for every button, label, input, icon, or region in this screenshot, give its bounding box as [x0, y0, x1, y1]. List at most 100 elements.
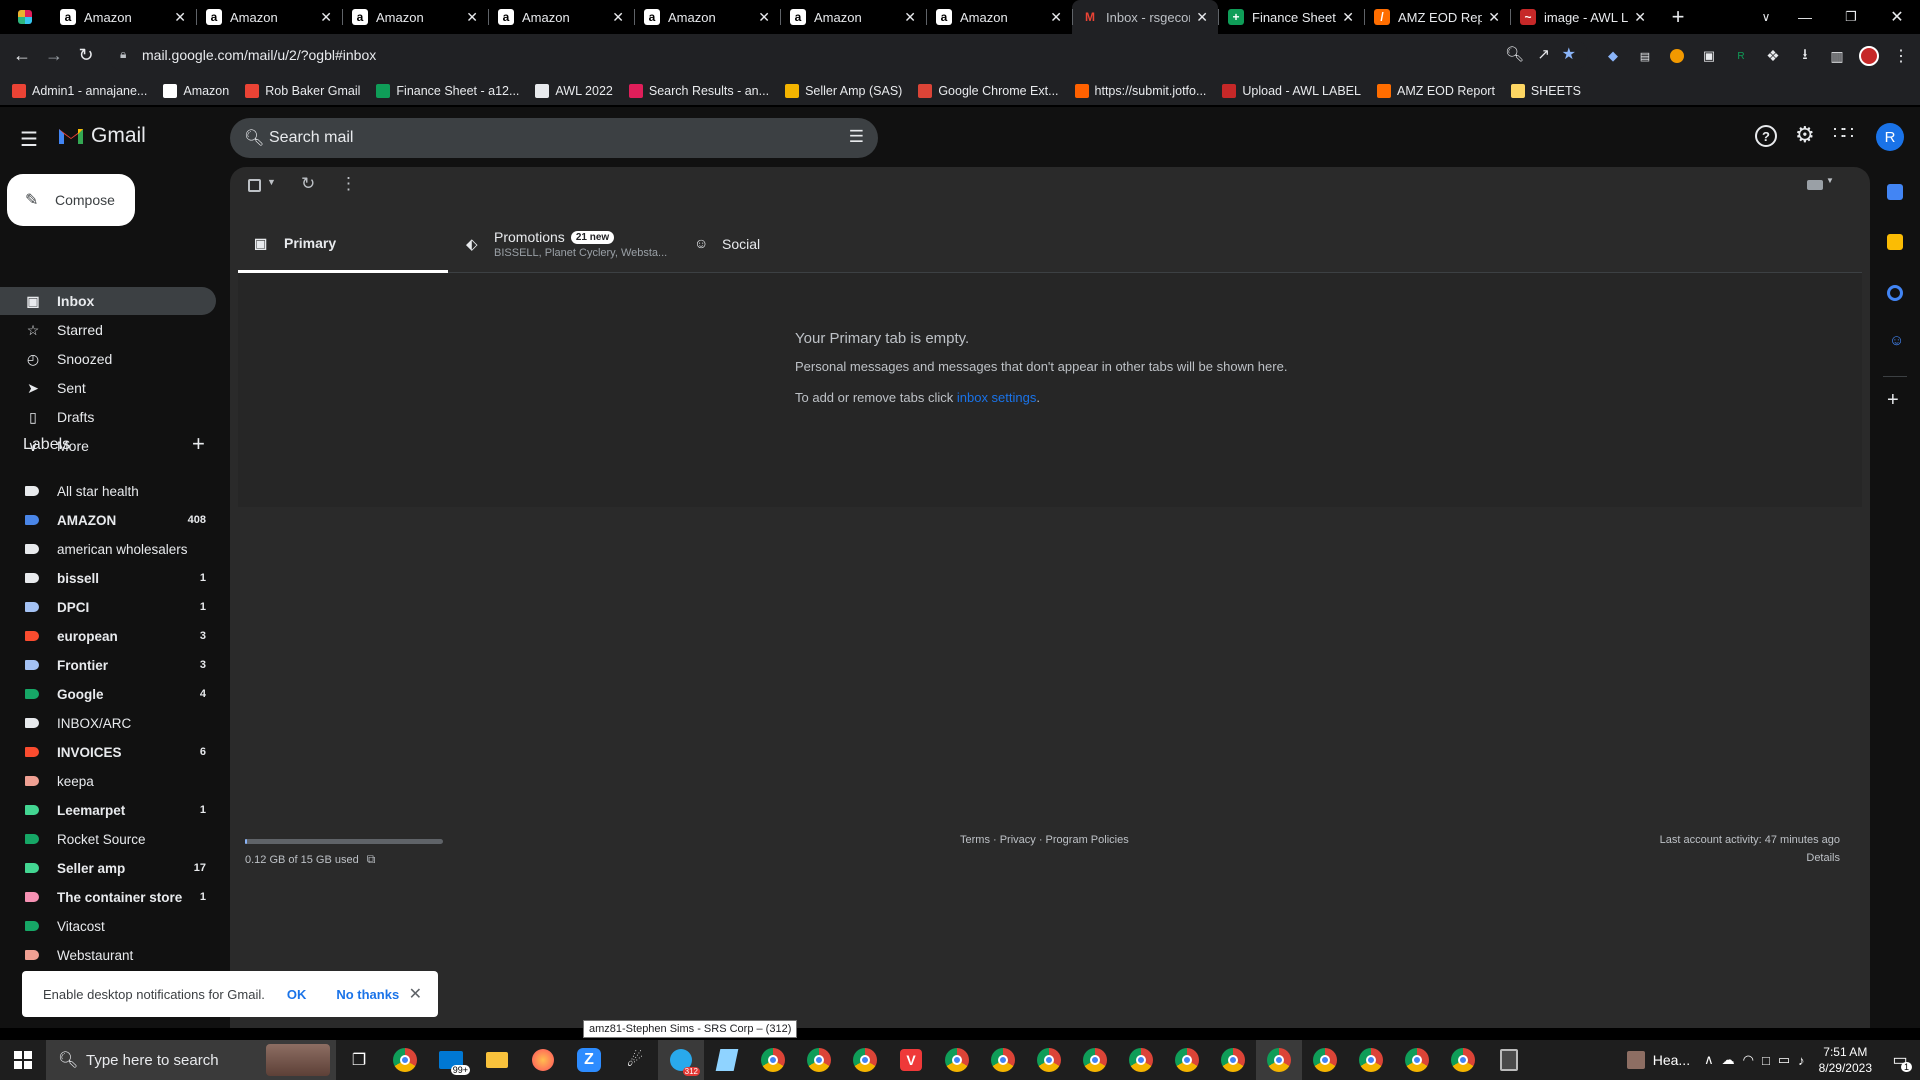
bookmark-item[interactable]: AWL 2022: [535, 83, 613, 98]
bookmark-item[interactable]: Search Results - an...: [628, 83, 769, 98]
sidebar-item-drafts[interactable]: ▯ Drafts: [0, 403, 216, 431]
footer-links[interactable]: Terms · Privacy · Program Policies: [960, 834, 1129, 846]
task-view-icon[interactable]: ❐: [336, 1040, 382, 1080]
label-item[interactable]: Webstaurant: [0, 941, 216, 969]
select-dropdown-icon[interactable]: ▼: [267, 177, 276, 187]
add-label-icon[interactable]: +: [192, 431, 205, 457]
label-item[interactable]: Leemarpet 1: [0, 796, 216, 824]
label-item[interactable]: AMAZON 408: [0, 506, 216, 534]
label-item[interactable]: american wholesalers: [0, 535, 216, 563]
sidebar-item-inbox[interactable]: ▣ Inbox: [0, 287, 216, 315]
tab-promotions[interactable]: ⬖ Promotions 21 new BISSELL, Planet Cycl…: [448, 215, 678, 273]
label-item[interactable]: Vitacost: [0, 912, 216, 940]
browser-tab[interactable]: a Amazon ✕: [196, 0, 342, 34]
open-storage-icon[interactable]: ⧉: [367, 852, 376, 867]
windows-start-icon[interactable]: [0, 1040, 46, 1080]
browser-tab[interactable]: a Amazon ✕: [342, 0, 488, 34]
toast-ok-button[interactable]: OK: [287, 987, 307, 1002]
browser-tab[interactable]: a Amazon ✕: [926, 0, 1072, 34]
taskbar-chrome-active-icon[interactable]: [1256, 1040, 1302, 1080]
close-tab-icon[interactable]: ✕: [320, 9, 332, 26]
weather-widget[interactable]: Hea...: [1619, 1040, 1698, 1080]
label-item[interactable]: keepa: [0, 767, 216, 795]
tray-chevron-icon[interactable]: ∧: [1704, 1052, 1714, 1068]
browser-tab[interactable]: a Amazon ✕: [50, 0, 196, 34]
close-tab-icon[interactable]: ✕: [1488, 9, 1500, 26]
label-item[interactable]: INVOICES 6: [0, 738, 216, 766]
calendar-icon[interactable]: [1887, 184, 1903, 200]
bookmark-item[interactable]: https://submit.jotfo...: [1074, 83, 1206, 98]
taskbar-chrome-profile-6-icon[interactable]: [980, 1040, 1026, 1080]
profile-avatar[interactable]: [1856, 40, 1882, 72]
close-window-button[interactable]: ✕: [1874, 1, 1920, 33]
tray-volume-icon[interactable]: ♪: [1798, 1053, 1805, 1068]
search-input[interactable]: Search mail: [269, 129, 353, 147]
browser-tab[interactable]: / AMZ EOD Rep ✕: [1364, 0, 1510, 34]
label-item[interactable]: The container store 1: [0, 883, 216, 911]
label-item[interactable]: All star health: [0, 477, 216, 505]
minimize-button[interactable]: —: [1782, 1, 1828, 33]
tray-camera-icon[interactable]: □: [1762, 1053, 1770, 1068]
sidebar-item-starred[interactable]: ☆ Starred: [0, 316, 216, 344]
tab-social[interactable]: ☺ Social: [678, 215, 878, 273]
bookmark-item[interactable]: SHEETS: [1510, 83, 1581, 98]
notification-center-icon[interactable]: ▭ 1: [1880, 1040, 1920, 1080]
help-icon[interactable]: ?: [1755, 125, 1777, 147]
settings-gear-icon[interactable]: ⚙: [1795, 122, 1815, 148]
toast-close-icon[interactable]: ✕: [409, 984, 422, 1004]
apps-grid-icon[interactable]: ∷∷: [1833, 123, 1854, 144]
taskbar-chrome-profile-11-icon[interactable]: [1210, 1040, 1256, 1080]
tab-list-chevron-icon[interactable]: ∨: [1750, 1, 1782, 33]
select-all-checkbox[interactable]: [248, 179, 261, 192]
restore-button[interactable]: ❐: [1828, 1, 1874, 33]
taskbar-chrome-profile-13-icon[interactable]: [1348, 1040, 1394, 1080]
toast-no-thanks-button[interactable]: No thanks: [336, 987, 399, 1002]
address-bar[interactable]: 🔒︎ mail.google.com/mail/u/2/?ogbl#inbox …: [108, 39, 1588, 71]
taskbar-notepad-icon[interactable]: [704, 1040, 750, 1080]
taskbar-chrome-profile-7-icon[interactable]: [1026, 1040, 1072, 1080]
forward-button[interactable]: →: [38, 39, 70, 71]
bookmark-item[interactable]: Upload - AWL LABEL: [1222, 83, 1361, 98]
bookmark-item[interactable]: Finance Sheet - a12...: [376, 83, 519, 98]
close-tab-icon[interactable]: ✕: [612, 9, 624, 26]
tray-wifi-icon[interactable]: ◠: [1743, 1052, 1754, 1068]
download-icon[interactable]: ⭳: [1792, 40, 1818, 72]
taskbar-chrome-profile-5-icon[interactable]: [934, 1040, 980, 1080]
get-addons-icon[interactable]: +: [1887, 389, 1899, 412]
bookmark-star-icon[interactable]: ★: [1562, 44, 1576, 64]
taskbar-chrome-profile-10-icon[interactable]: [1164, 1040, 1210, 1080]
zoom-icon[interactable]: 🔍︎: [1505, 45, 1524, 63]
taskbar-chrome-profile-9-icon[interactable]: [1118, 1040, 1164, 1080]
more-options-icon[interactable]: ⋮: [340, 174, 357, 194]
label-item[interactable]: Google 4: [0, 680, 216, 708]
tray-cloud-icon[interactable]: ☁: [1722, 1052, 1735, 1068]
search-bar[interactable]: 🔍︎ Search mail ☰: [230, 118, 878, 158]
taskbar-chrome-icon[interactable]: [382, 1040, 428, 1080]
bookmark-item[interactable]: Amazon: [163, 83, 229, 98]
sidebar-item-snoozed[interactable]: ◴ Snoozed: [0, 345, 216, 373]
taskbar-vivaldi-icon[interactable]: V: [888, 1040, 934, 1080]
keyboard-icon[interactable]: [1807, 180, 1823, 190]
close-tab-icon[interactable]: ✕: [904, 9, 916, 26]
label-item[interactable]: european 3: [0, 622, 216, 650]
label-item[interactable]: DPCI 1: [0, 593, 216, 621]
tab-primary[interactable]: ▣ Primary: [238, 215, 448, 273]
taskbar-telegram-icon[interactable]: 312: [658, 1040, 704, 1080]
extensions-puzzle-icon[interactable]: ❖: [1760, 40, 1786, 72]
taskbar-satellite-icon[interactable]: ☄: [612, 1040, 658, 1080]
close-tab-icon[interactable]: ✕: [174, 9, 186, 26]
close-tab-icon[interactable]: ✕: [1050, 9, 1062, 26]
reload-button[interactable]: ↻: [70, 39, 102, 71]
compose-button[interactable]: ✎ Compose: [7, 174, 135, 226]
extension-orange-icon[interactable]: [1664, 40, 1690, 72]
search-options-icon[interactable]: ☰: [849, 127, 864, 147]
chrome-menu-icon[interactable]: ⋮: [1888, 40, 1914, 72]
label-item[interactable]: Frontier 3: [0, 651, 216, 679]
taskbar-calculator-icon[interactable]: [1486, 1040, 1532, 1080]
bookmark-item[interactable]: AMZ EOD Report: [1376, 83, 1495, 98]
label-item[interactable]: bissell 1: [0, 564, 216, 592]
refresh-icon[interactable]: ↻: [301, 174, 315, 194]
taskbar-chrome-profile-12-icon[interactable]: [1302, 1040, 1348, 1080]
tasks-icon[interactable]: [1887, 285, 1903, 301]
input-tools-dropdown-icon[interactable]: ▼: [1826, 176, 1834, 185]
